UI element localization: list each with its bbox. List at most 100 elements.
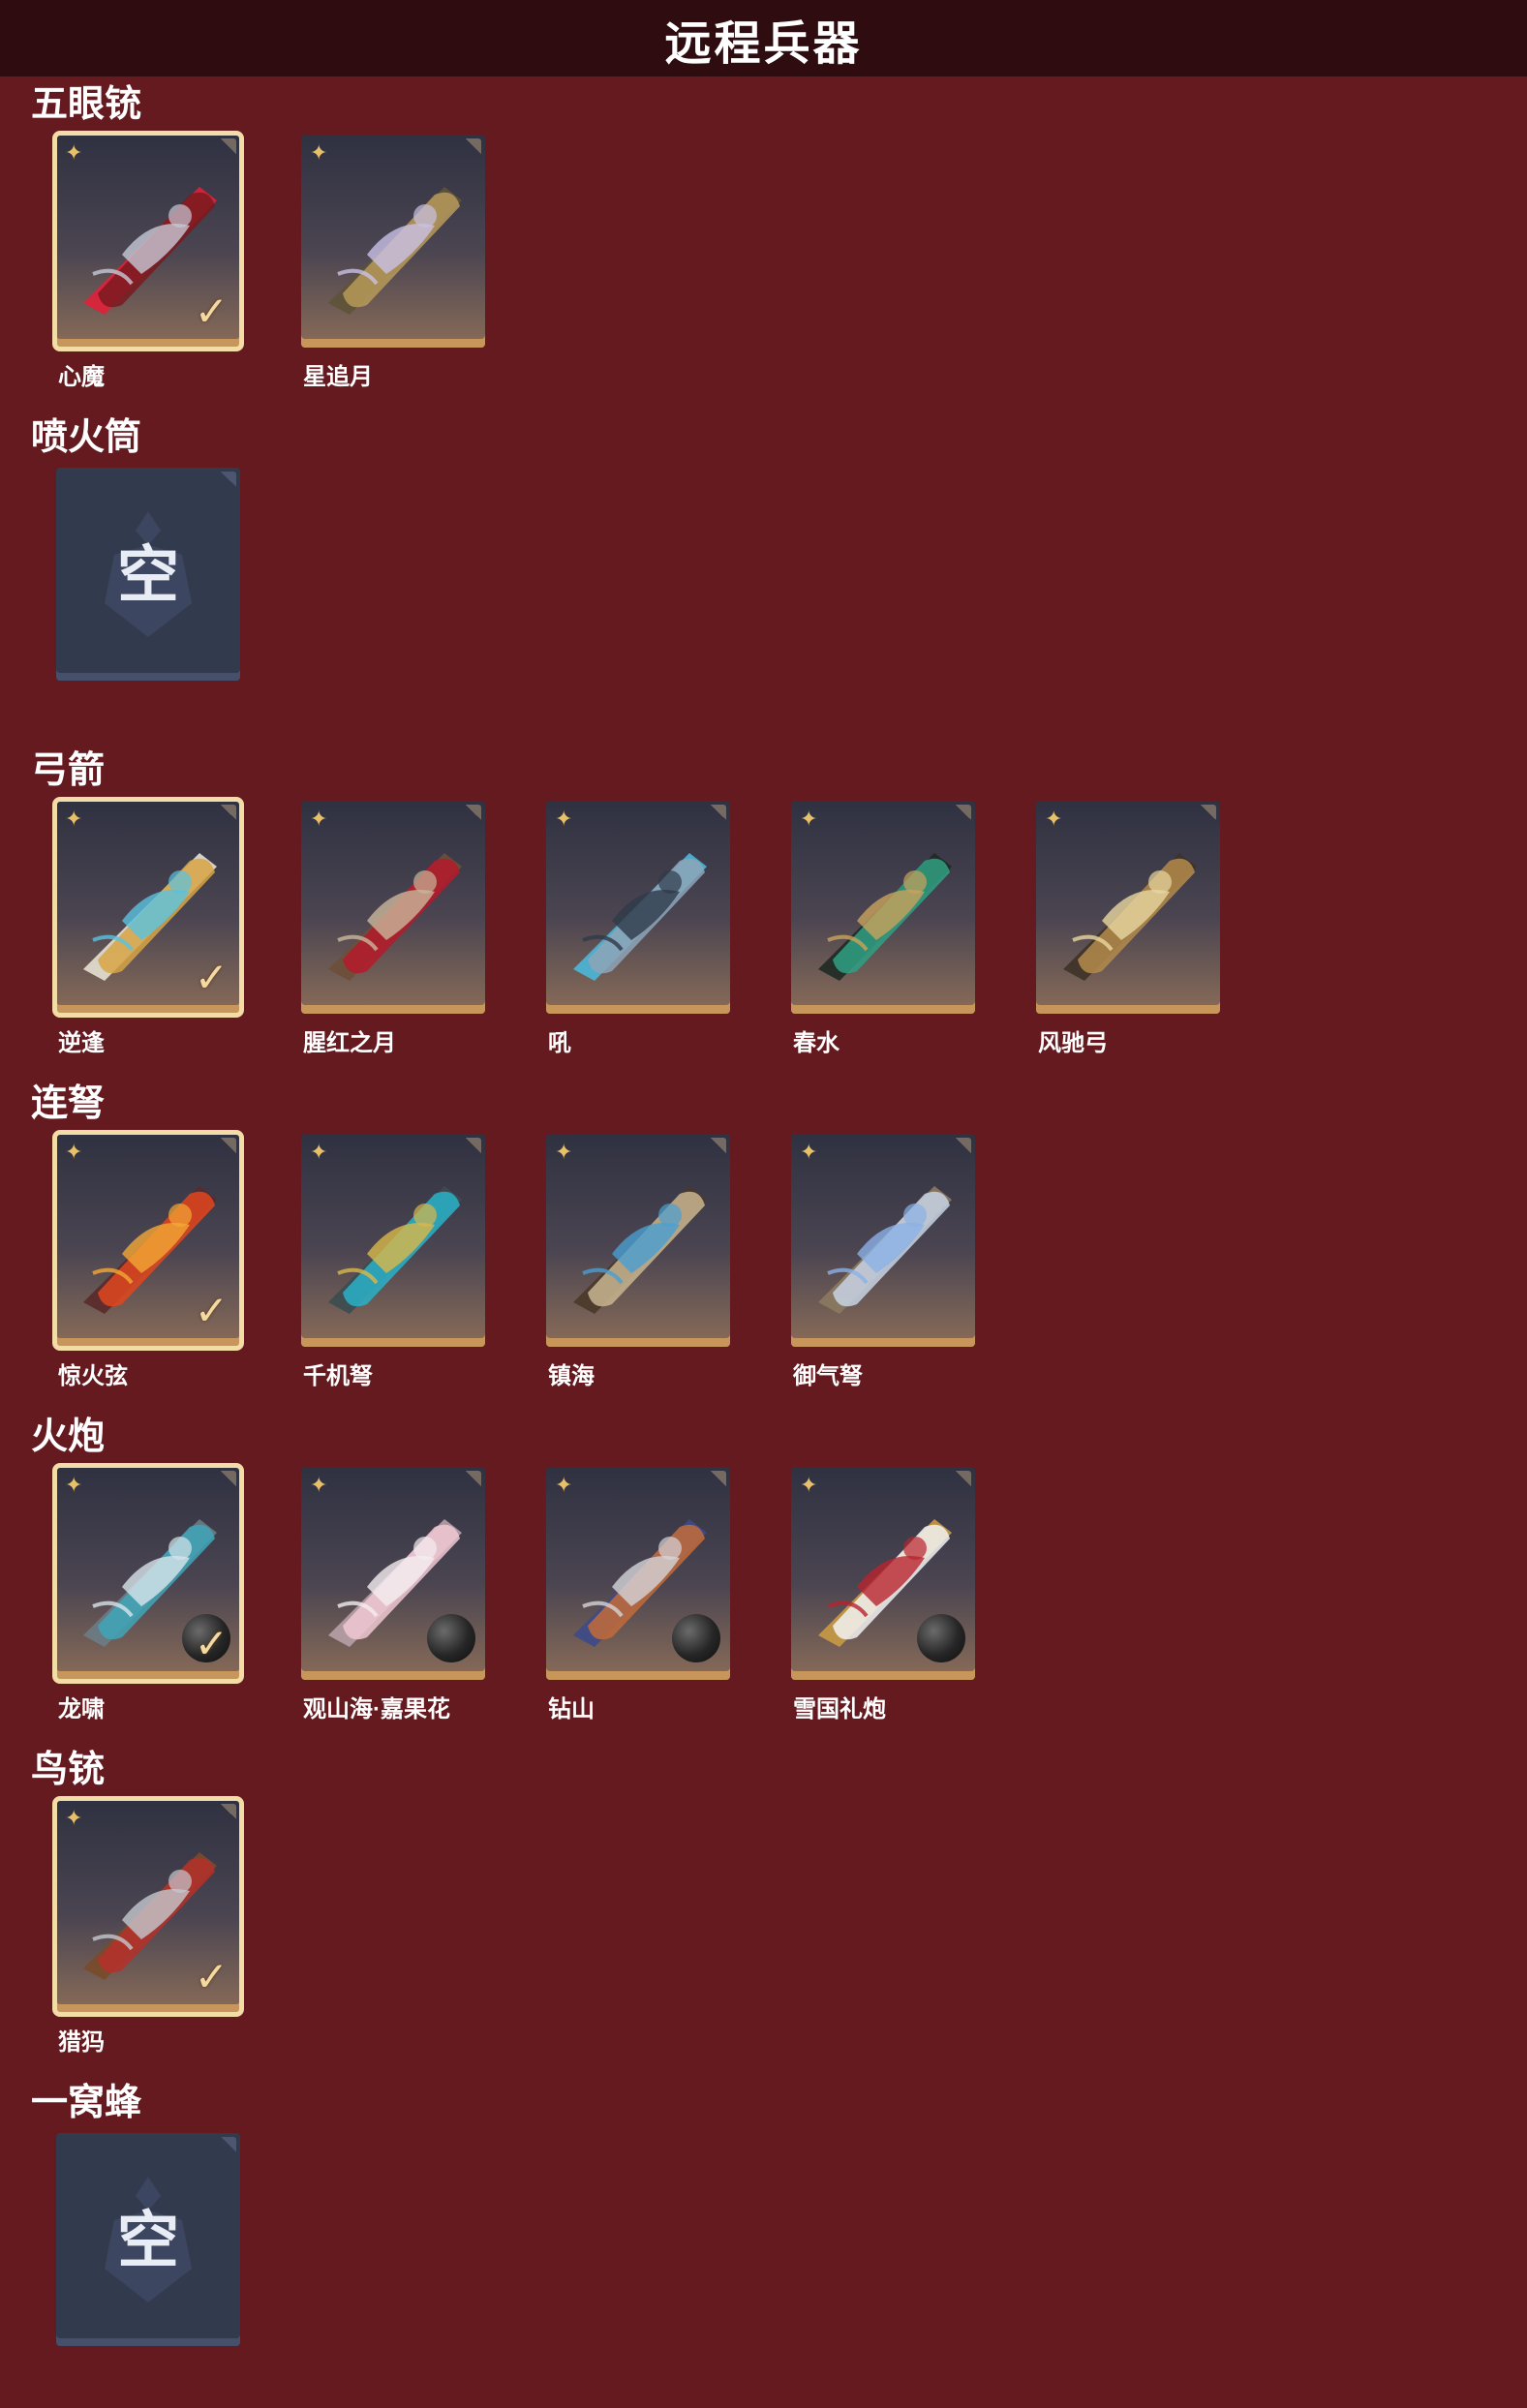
weapon-card[interactable]: ✦	[546, 1467, 730, 1680]
weapon-item[interactable]: ✦ 雪国礼炮	[791, 1467, 981, 1722]
weapon-card[interactable]: ✦ ✓	[52, 797, 244, 1018]
weapon-image	[799, 1157, 967, 1322]
weapon-item[interactable]: ✦ ✓ 猎犸	[52, 1796, 246, 2056]
weapon-image	[309, 824, 477, 989]
empty-slot-card[interactable]: 空	[56, 468, 240, 681]
weapon-card[interactable]: ✦	[301, 1134, 485, 1347]
weapon-item[interactable]: ✦ ✓ 心魔	[52, 131, 246, 390]
weapon-image	[309, 158, 477, 322]
weapon-image	[1044, 824, 1212, 989]
weapon-image	[554, 1157, 722, 1322]
weapon-card[interactable]: ✦	[791, 801, 975, 1014]
weapon-card[interactable]: ✦	[791, 1134, 975, 1347]
weapon-card[interactable]: ✦	[546, 801, 730, 1014]
weapon-image	[554, 824, 722, 989]
weapon-section: 喷火筒空	[0, 410, 1527, 743]
corner-fold-icon	[956, 1471, 971, 1486]
section-title: 五眼铳	[31, 84, 142, 125]
corner-fold-icon	[466, 138, 481, 154]
weapon-name: 龙啸	[58, 1696, 105, 1722]
section-title: 鸟铳	[31, 1750, 106, 1790]
weapon-name: 猎犸	[58, 2029, 105, 2056]
corner-fold-icon	[956, 805, 971, 820]
empty-slot[interactable]: 空	[56, 468, 246, 719]
weapon-name: 星追月	[303, 364, 373, 390]
weapon-grid: ✦ ✓ 心魔 ✦ 星追月	[52, 131, 1489, 390]
weapon-image	[799, 824, 967, 989]
weapon-item[interactable]: ✦ 观山海·嘉果花	[301, 1467, 491, 1722]
weapon-card[interactable]: ✦	[301, 801, 485, 1014]
page-header: 远程兵器	[0, 0, 1527, 76]
corner-fold-icon	[466, 1471, 481, 1486]
weapon-card[interactable]: ✦	[546, 1134, 730, 1347]
weapon-grid: 空	[56, 2133, 1489, 2385]
weapon-card[interactable]: ✦ ✓	[52, 1796, 244, 2017]
weapon-section: 弓箭 ✦ ✓ 逆逢 ✦ 腥红之月 ✦ 吼 ✦ 春水 ✦ 风驰弓	[0, 743, 1527, 1076]
weapon-grid: ✦ ✓ 逆逢 ✦ 腥红之月 ✦ 吼 ✦ 春水 ✦ 风驰弓	[52, 797, 1489, 1056]
weapon-item[interactable]: ✦ 钻山	[546, 1467, 736, 1722]
weapon-item[interactable]: ✦ 春水	[791, 801, 981, 1056]
corner-fold-icon	[711, 1138, 726, 1153]
weapon-section: 一窝蜂空	[0, 2075, 1527, 2408]
weapon-item[interactable]: ✦ 星追月	[301, 135, 491, 390]
corner-fold-icon	[956, 1138, 971, 1153]
weapon-card[interactable]: ✦ ✓	[52, 131, 244, 351]
cannonball-icon	[672, 1614, 720, 1662]
corner-fold-icon	[221, 1138, 236, 1153]
section-title: 连弩	[31, 1083, 106, 1124]
cannonball-icon	[427, 1614, 475, 1662]
corner-fold-icon	[466, 805, 481, 820]
page-title: 远程兵器	[664, 17, 863, 70]
empty-slot-card[interactable]: 空	[56, 2133, 240, 2346]
weapon-item[interactable]: ✦ 镇海	[546, 1134, 736, 1389]
weapon-section: 五眼铳 ✦ ✓ 心魔 ✦ 星追月	[0, 76, 1527, 410]
weapon-category-list: 五眼铳 ✦ ✓ 心魔 ✦ 星追月 喷火筒空弓箭 ✦ ✓ 逆逢 ✦ 腥红之月 ✦ 吼 ✦ 春水 ✦ 风驰弓 连弩 ✦ ✓ 惊…	[0, 76, 1527, 2408]
weapon-item[interactable]: ✦ 风驰弓	[1036, 801, 1226, 1056]
weapon-name: 腥红之月	[303, 1030, 396, 1056]
weapon-item[interactable]: ✦ ✓ 惊火弦	[52, 1130, 246, 1389]
weapon-item[interactable]: ✦ 腥红之月	[301, 801, 491, 1056]
checkmark-icon: ✓	[194, 1621, 229, 1666]
weapon-name: 镇海	[548, 1363, 595, 1389]
checkmark-icon: ✓	[194, 289, 229, 334]
weapon-item[interactable]: ✦ 千机弩	[301, 1134, 491, 1389]
section-title: 弓箭	[31, 750, 106, 791]
section-title: 喷火筒	[31, 417, 142, 458]
weapon-name: 御气弩	[793, 1363, 863, 1389]
weapon-grid: ✦ ✓ 惊火弦 ✦ 千机弩 ✦ 镇海 ✦ 御气弩	[52, 1130, 1489, 1389]
weapon-item[interactable]: ✦ ✓ 逆逢	[52, 797, 246, 1056]
weapon-item[interactable]: ✦ 御气弩	[791, 1134, 981, 1389]
checkmark-icon: ✓	[194, 955, 229, 1000]
weapon-name: 春水	[793, 1030, 840, 1056]
corner-fold-icon	[711, 805, 726, 820]
weapon-card[interactable]: ✦ ✓	[52, 1130, 244, 1351]
corner-fold-icon	[221, 805, 236, 820]
corner-fold-icon	[466, 1138, 481, 1153]
empty-slot[interactable]: 空	[56, 2133, 246, 2385]
corner-fold-icon	[711, 1471, 726, 1486]
weapon-grid: ✦ ✓ 猎犸	[52, 1796, 1489, 2056]
cannonball-icon	[917, 1614, 965, 1662]
corner-fold-icon	[221, 1471, 236, 1486]
weapon-section: 鸟铳 ✦ ✓ 猎犸	[0, 1742, 1527, 2075]
checkmark-icon: ✓	[194, 1954, 229, 1999]
weapon-card[interactable]: ✦	[301, 135, 485, 348]
weapon-name: 观山海·嘉果花	[303, 1696, 450, 1722]
section-title: 火炮	[31, 1417, 106, 1457]
weapon-name: 心魔	[58, 364, 105, 390]
weapon-card[interactable]: ✦	[1036, 801, 1220, 1014]
corner-fold-icon	[1201, 805, 1216, 820]
corner-fold-icon	[221, 138, 236, 154]
weapon-name: 风驰弓	[1038, 1030, 1108, 1056]
weapon-item[interactable]: ✦ 吼	[546, 801, 736, 1056]
section-title: 一窝蜂	[31, 2083, 142, 2123]
corner-fold-icon	[221, 1804, 236, 1819]
weapon-name: 雪国礼炮	[793, 1696, 886, 1722]
weapon-grid: ✦ ✓ 龙啸 ✦ 观山海·嘉果花 ✦ 钻山 ✦ 雪国礼炮	[52, 1463, 1489, 1722]
weapon-name: 吼	[548, 1030, 571, 1056]
weapon-card[interactable]: ✦	[301, 1467, 485, 1680]
weapon-grid: 空	[56, 468, 1489, 719]
weapon-card[interactable]: ✦ ✓	[52, 1463, 244, 1684]
weapon-card[interactable]: ✦	[791, 1467, 975, 1680]
weapon-item[interactable]: ✦ ✓ 龙啸	[52, 1463, 246, 1722]
